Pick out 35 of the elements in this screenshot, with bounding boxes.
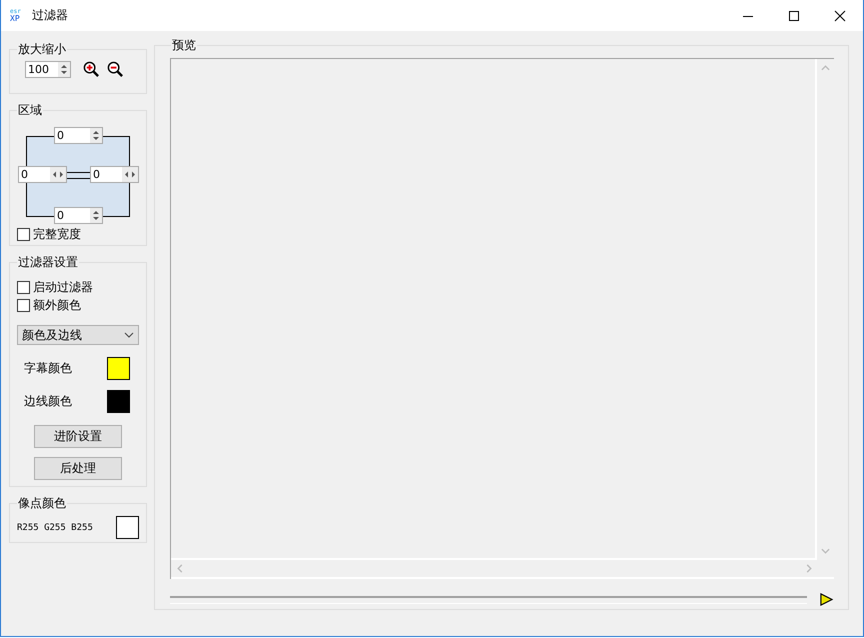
window-title: 过滤器 [32, 7, 68, 24]
action-button[interactable]: 后处理 [34, 457, 122, 480]
zoom-in-icon[interactable] [83, 61, 100, 78]
checkbox[interactable] [17, 298, 30, 312]
slider-track[interactable] [170, 596, 808, 604]
checkbox-label: 启动过滤器 [33, 278, 93, 296]
caret-icon [124, 332, 134, 338]
checkbox[interactable] [17, 228, 30, 240]
color-label: 边线颜色 [24, 393, 72, 410]
spin-arrows-icon[interactable] [90, 208, 102, 223]
checkbox[interactable] [17, 280, 30, 294]
spin-arrows-icon[interactable] [58, 62, 70, 77]
color-label: 字幕颜色 [24, 360, 72, 377]
action-button[interactable]: 进阶设置 [34, 425, 122, 448]
group-label: 区域 [17, 102, 43, 119]
left-spin-field[interactable]: 0 [18, 166, 67, 183]
pixel-value: R255 G255 B255 [17, 522, 93, 532]
right-spin-field[interactable]: 0 [90, 166, 139, 183]
zoom-out-icon[interactable] [107, 61, 124, 78]
checkbox-label: 完整宽度 [33, 226, 81, 242]
spin-arrows-icon[interactable] [50, 167, 66, 182]
checkbox-label: 额外颜色 [33, 296, 81, 314]
group-label: 像点颜色 [17, 495, 67, 512]
spin-arrows-icon[interactable] [90, 128, 102, 143]
bottom-spin-field[interactable]: 0 [54, 207, 103, 224]
group-label: 放大缩小 [17, 41, 67, 58]
spin-arrows-icon[interactable] [122, 167, 138, 182]
color-swatch[interactable] [107, 357, 130, 380]
zoom-spin-field[interactable]: 100 [25, 61, 71, 78]
color-swatch[interactable] [107, 390, 130, 413]
group-label: 预览 [171, 37, 197, 54]
top-spin-field[interactable]: 0 [54, 127, 103, 144]
play-icon[interactable] [819, 593, 834, 606]
mode-dropdown[interactable]: 颜色及边线 [17, 325, 139, 345]
group-label: 过滤器设置 [17, 254, 79, 271]
